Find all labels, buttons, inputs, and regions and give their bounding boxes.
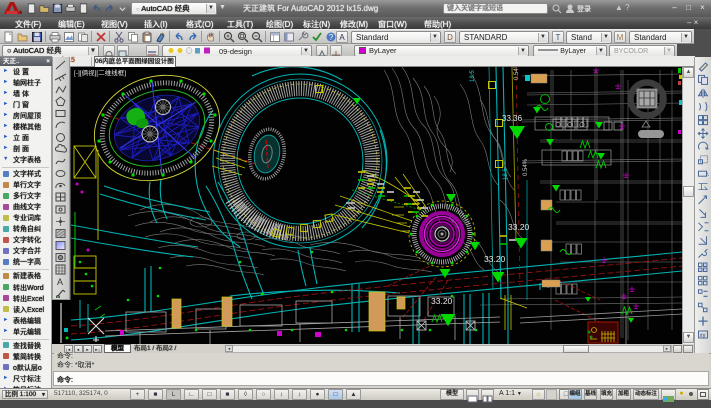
svg-text:0.54%: 0.54%: [523, 158, 529, 176]
svg-text:33.20: 33.20: [431, 296, 453, 306]
svg-text:33.20: 33.20: [484, 254, 506, 264]
svg-text:18.5: 18.5: [470, 70, 476, 82]
svg-text:33.20: 33.20: [508, 222, 530, 232]
svg-text:33.36: 33.36: [502, 114, 523, 123]
svg-text:0.54%: 0.54%: [514, 67, 520, 80]
svg-text:18.5: 18.5: [503, 168, 509, 180]
svg-text:?: ?: [329, 33, 334, 42]
svg-text:xy: xy: [700, 333, 706, 339]
svg-text:[-][俩视][二维线框]: [-][俩视][二维线框]: [74, 68, 126, 77]
svg-text:A: A: [57, 277, 63, 287]
